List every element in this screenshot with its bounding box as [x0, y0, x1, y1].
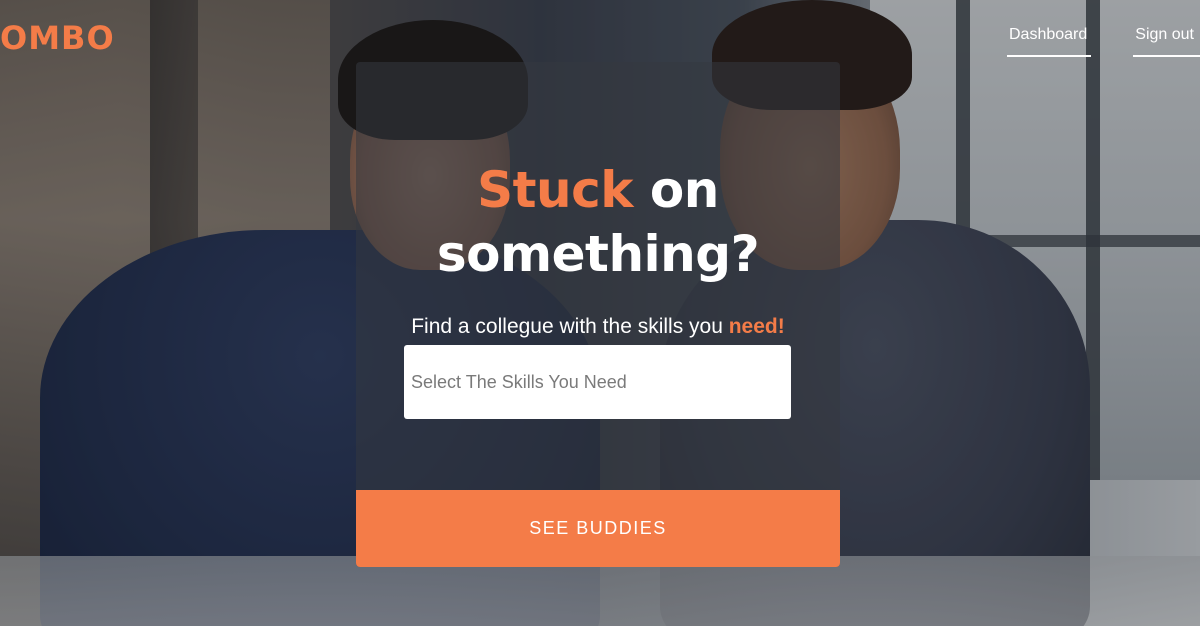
tagline-text: Find a collegue with the skills you [411, 315, 729, 338]
headline-accent: Stuck [477, 160, 634, 219]
tagline-accent: need! [728, 315, 785, 338]
skills-search-input[interactable] [404, 345, 791, 419]
see-buddies-button[interactable]: SEE BUDDIES [356, 490, 840, 567]
headline-line2: something? [436, 224, 760, 283]
nav-signout-link[interactable]: Sign out [1133, 26, 1200, 57]
top-nav: Dashboard Sign out [1007, 26, 1200, 57]
nav-dashboard-link[interactable]: Dashboard [1007, 26, 1092, 57]
brand-logo[interactable]: OMBO [0, 18, 115, 58]
page-title: Stuck on something? [356, 158, 840, 286]
search-card: Stuck on something? Find a collegue with… [356, 62, 840, 567]
headline-line1-rest: on [633, 160, 719, 219]
tagline: Find a collegue with the skills you need… [356, 315, 840, 339]
